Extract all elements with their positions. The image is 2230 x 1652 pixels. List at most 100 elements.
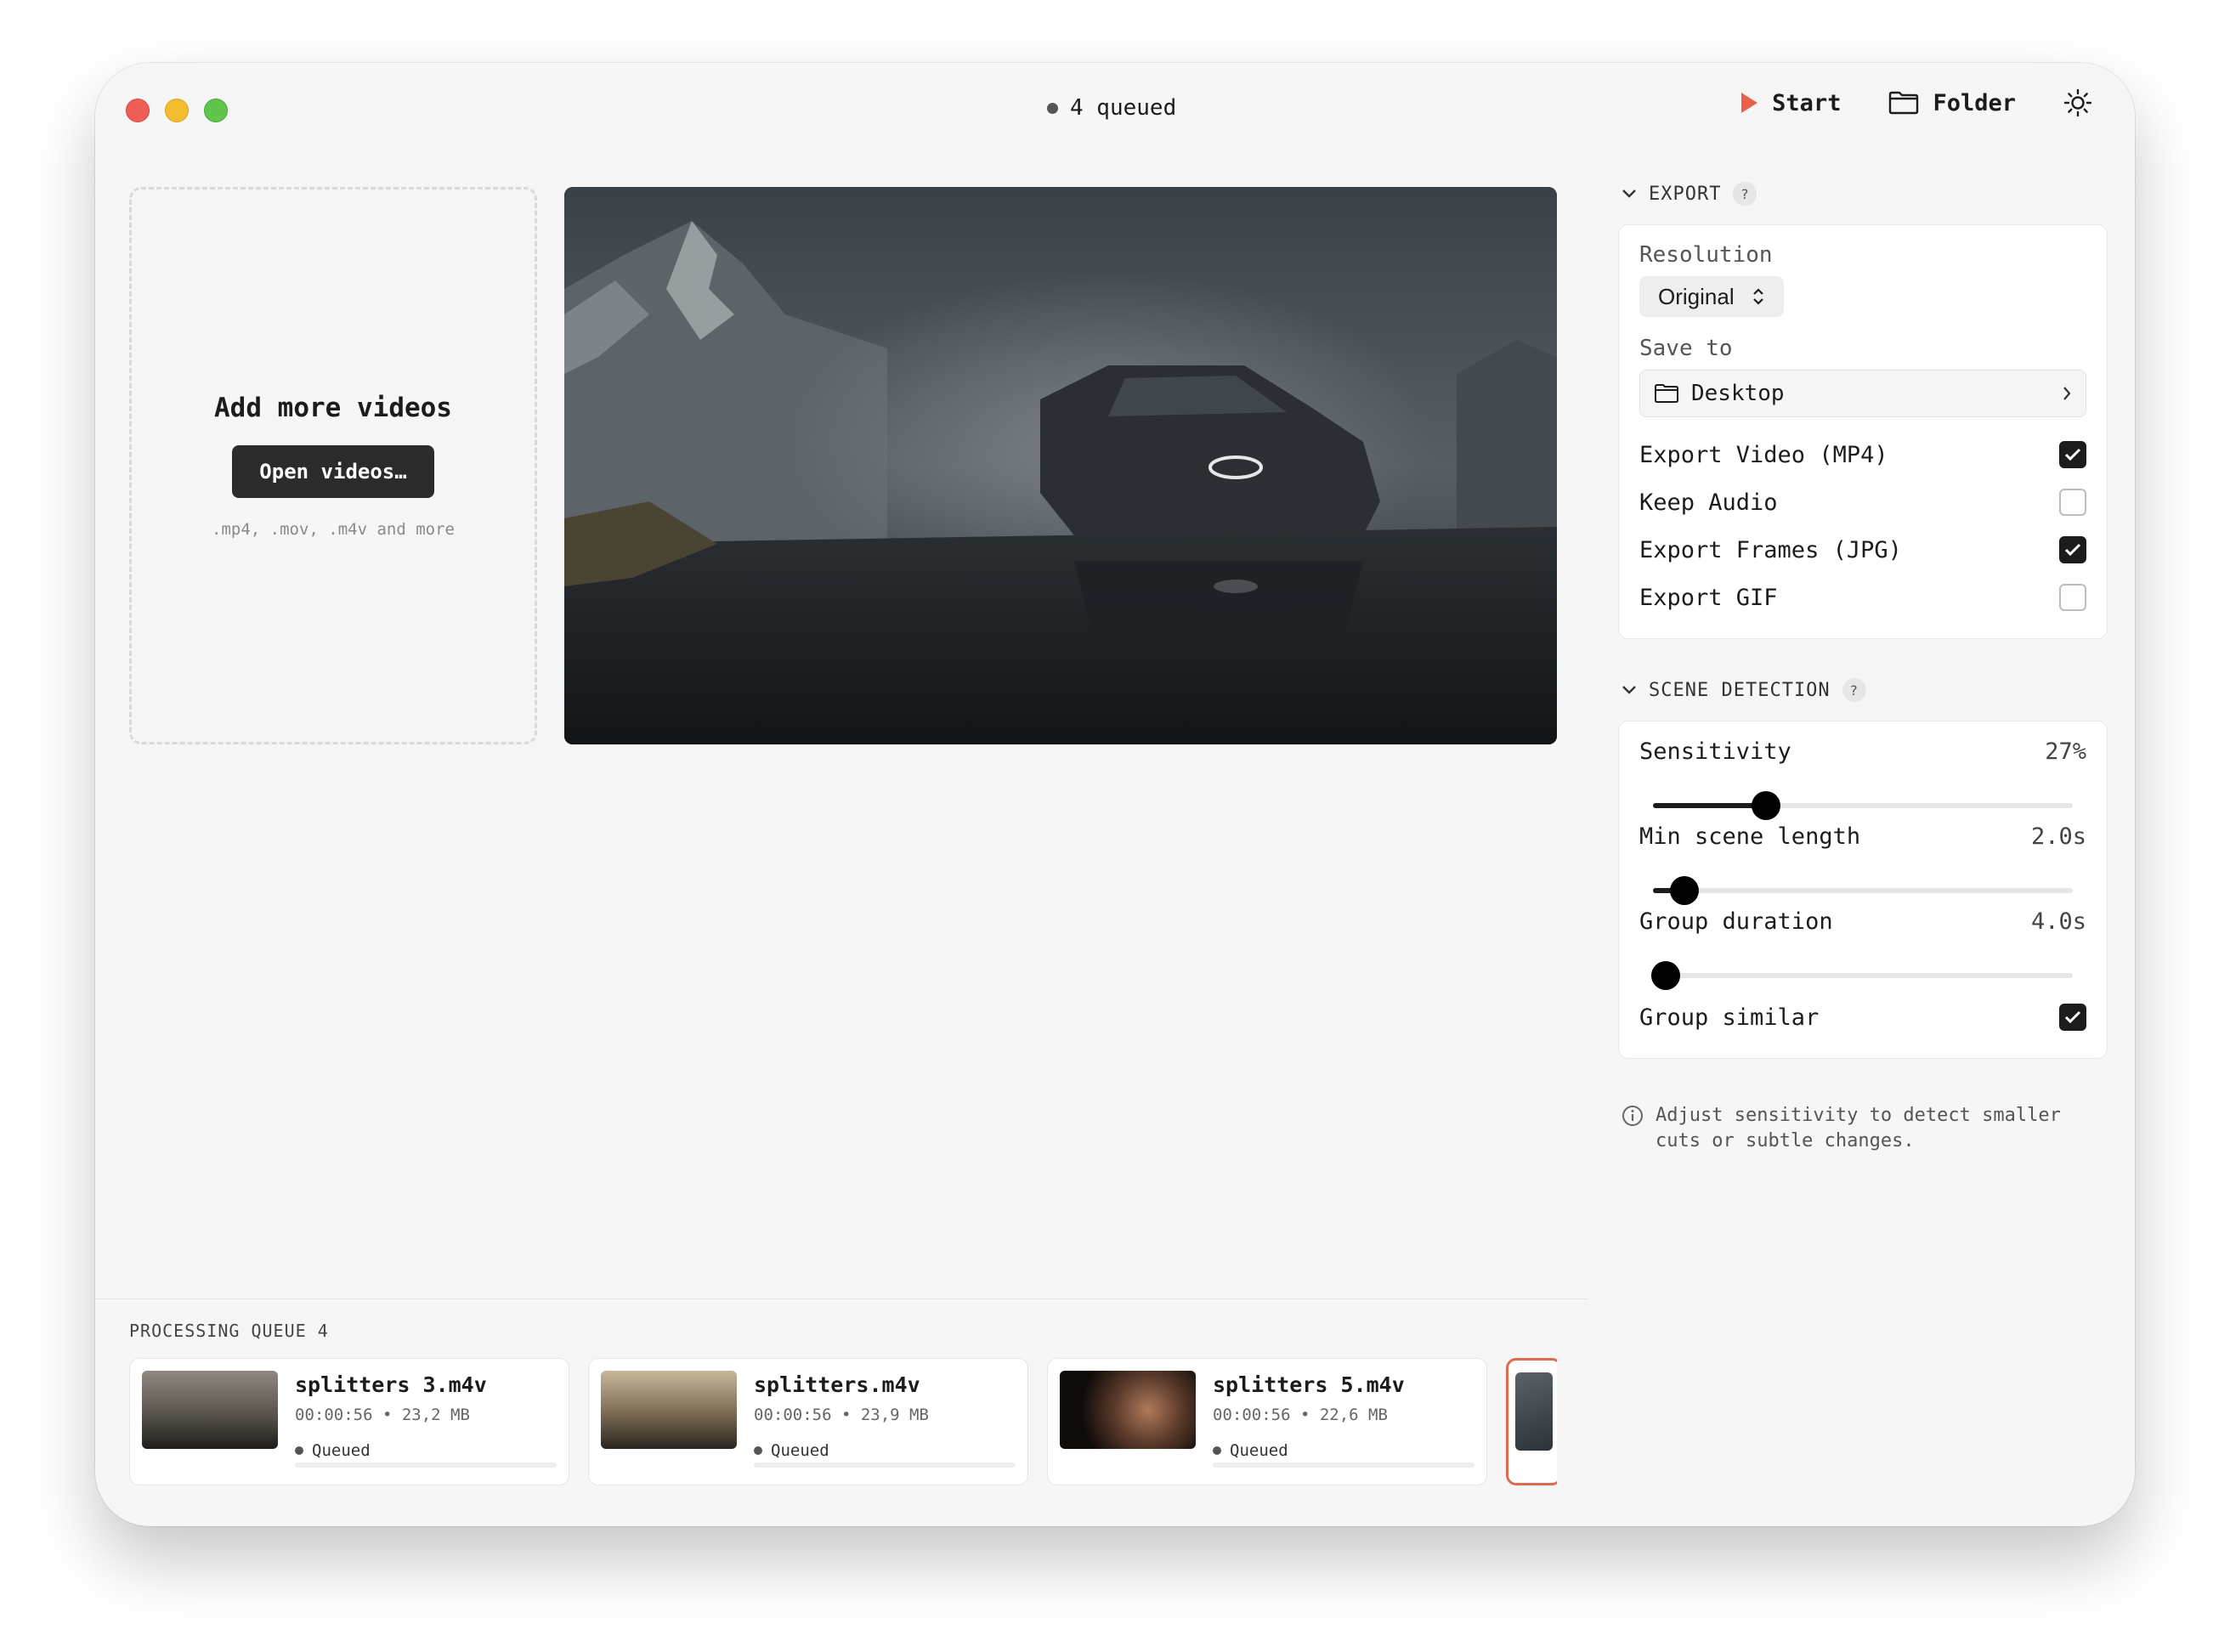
slider-track[interactable] — [1653, 791, 2073, 820]
queue-item[interactable]: splitters 3.m4v 00:00:56 • 23,2 MB Queued — [129, 1358, 569, 1485]
queue-item-meta: 00:00:56 • 22,6 MB — [1213, 1406, 1388, 1424]
queue-item[interactable]: splitters.m4v 00:00:56 • 23,9 MB Queued — [588, 1358, 1028, 1485]
open-videos-button[interactable]: Open videos… — [232, 445, 434, 498]
queue-status-text: 4 queued — [1070, 95, 1177, 121]
chevron-down-icon — [1622, 190, 1636, 198]
save-to-label: Save to — [1639, 336, 1733, 361]
queue-item-status-text: Queued — [312, 1441, 371, 1460]
start-label: Start — [1772, 89, 1842, 116]
queue-item-name: splitters.m4v — [754, 1372, 920, 1397]
drop-zone[interactable]: Add more videos Open videos… .mp4, .mov,… — [129, 187, 537, 744]
slider-thumb[interactable] — [1670, 876, 1700, 905]
toolbar: Start Folder — [1740, 88, 2092, 117]
folder-button[interactable]: Folder — [1888, 90, 2016, 116]
minimize-window-button[interactable] — [165, 99, 189, 122]
status-dot-icon — [295, 1446, 303, 1455]
queue-item-progress — [295, 1462, 557, 1468]
export-section-toggle[interactable]: EXPORT ? — [1622, 177, 2108, 211]
slider-thumb[interactable] — [1650, 961, 1680, 990]
close-window-button[interactable] — [126, 99, 150, 122]
queue-item-info: splitters 5.m4v 00:00:56 • 22,6 MB Queued — [1213, 1371, 1474, 1473]
queue-item[interactable]: splitters 5.m4v 00:00:56 • 22,6 MB Queued — [1047, 1358, 1487, 1485]
queue-item-progress — [754, 1462, 1016, 1468]
drop-zone-title: Add more videos — [214, 393, 452, 423]
export-option-row[interactable]: Keep Audio — [1639, 478, 2086, 526]
queue-thumbnail — [1060, 1371, 1196, 1449]
queue-item-meta: 00:00:56 • 23,2 MB — [295, 1406, 470, 1424]
queue-status: 4 queued — [1047, 95, 1176, 121]
export-card: Resolution Original Save to Desktop Expo… — [1618, 224, 2108, 639]
group-similar-row[interactable]: Group similar — [1639, 993, 2086, 1041]
theme-toggle-button[interactable] — [2063, 88, 2092, 117]
resolution-value: Original — [1658, 283, 1735, 309]
zoom-window-button[interactable] — [204, 99, 228, 122]
slider-track[interactable] — [1653, 876, 2073, 905]
slider-label: Min scene length — [1639, 823, 1861, 850]
queue-thumbnail — [1515, 1372, 1553, 1451]
status-dot-icon — [1213, 1446, 1221, 1455]
slider-value: 4.0s — [2030, 908, 2086, 935]
info-icon — [1622, 1106, 1643, 1126]
slider-value: 2.0s — [2030, 823, 2086, 850]
export-option-row[interactable]: Export GIF — [1639, 574, 2086, 621]
status-dot-icon — [754, 1446, 762, 1455]
checkmark-icon — [2064, 1010, 2081, 1024]
slider-track[interactable] — [1650, 961, 2073, 990]
queue-item-name: splitters 3.m4v — [295, 1372, 487, 1397]
export-option-label: Export Video (MP4) — [1639, 441, 1888, 468]
info-note: Adjust sensitivity to detect smaller cut… — [1622, 1103, 2108, 1154]
preview-image — [564, 187, 1557, 744]
app-window: 4 queued Start Folder Add more videos Op… — [95, 63, 2135, 1526]
scene-detection-card: Sensitivity 27% Min scene length 2.0s Group … — [1618, 721, 2108, 1059]
export-option-label: Keep Audio — [1639, 489, 1778, 516]
save-to-value: Desktop — [1691, 381, 1785, 406]
scene-help-icon[interactable]: ? — [1842, 678, 1866, 702]
queue-thumbnail — [601, 1371, 737, 1449]
queue-divider — [95, 1298, 1588, 1299]
queue-item-info: splitters.m4v 00:00:56 • 23,9 MB Queued — [754, 1371, 1016, 1473]
slider-row: Min scene length 2.0s — [1639, 823, 2086, 908]
play-icon — [1741, 93, 1758, 113]
queue-item-info: splitters 3.m4v 00:00:56 • 23,2 MB Queued — [295, 1371, 557, 1473]
resolution-label: Resolution — [1639, 242, 1773, 268]
slider-label: Sensitivity — [1639, 738, 1791, 765]
start-button[interactable]: Start — [1740, 90, 1841, 116]
export-help-icon[interactable]: ? — [1733, 182, 1757, 206]
slider-label: Group duration — [1639, 908, 1833, 935]
status-dot-icon — [1047, 102, 1058, 114]
export-option-label: Export Frames (JPG) — [1639, 536, 1902, 563]
supported-formats-hint: .mp4, .mov, .m4v and more — [212, 520, 455, 539]
slider-row: Sensitivity 27% — [1639, 738, 2086, 823]
export-option-checkbox[interactable] — [2059, 584, 2086, 611]
queue-item-meta: 00:00:56 • 23,9 MB — [754, 1406, 929, 1424]
export-option-row[interactable]: Export Video (MP4) — [1639, 431, 2086, 478]
folder-icon — [1889, 91, 1919, 115]
export-heading: EXPORT — [1649, 183, 1722, 205]
queue-item-status: Queued — [754, 1441, 1016, 1460]
export-option-checkbox[interactable] — [2059, 441, 2086, 468]
queue-thumbnail — [142, 1371, 278, 1449]
queue-item-selected[interactable] — [1506, 1358, 1557, 1485]
slider-fill — [1653, 803, 1767, 808]
queue-item-status-text: Queued — [1230, 1441, 1288, 1460]
processing-queue-list[interactable]: splitters 3.m4v 00:00:56 • 23,2 MB Queued s… — [129, 1358, 1557, 1491]
slider-thumb[interactable] — [1752, 791, 1781, 820]
resolution-select[interactable]: Original — [1639, 276, 1784, 317]
queue-item-status-text: Queued — [771, 1441, 829, 1460]
updown-chevron-icon — [1752, 288, 1763, 305]
save-to-picker[interactable]: Desktop — [1639, 370, 2086, 417]
sun-icon — [2063, 88, 2092, 117]
scene-detection-heading: SCENE DETECTION — [1649, 679, 1831, 701]
processing-queue-title: PROCESSING QUEUE 4 — [129, 1321, 329, 1341]
checkmark-icon — [2064, 448, 2081, 461]
scene-detection-section-toggle[interactable]: SCENE DETECTION ? — [1622, 673, 2108, 707]
export-option-checkbox[interactable] — [2059, 536, 2086, 563]
group-similar-checkbox[interactable] — [2059, 1004, 2086, 1031]
queue-item-name: splitters 5.m4v — [1213, 1372, 1405, 1397]
chevron-down-icon — [1622, 686, 1636, 694]
export-option-row[interactable]: Export Frames (JPG) — [1639, 526, 2086, 574]
queue-item-status: Queued — [1213, 1441, 1474, 1460]
queue-item-status: Queued — [295, 1441, 557, 1460]
video-preview[interactable] — [564, 187, 1557, 744]
export-option-checkbox[interactable] — [2059, 489, 2086, 516]
